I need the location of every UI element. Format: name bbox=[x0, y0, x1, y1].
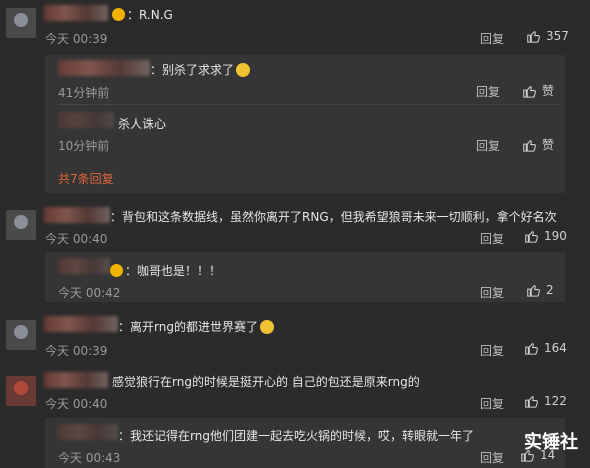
username-blurred[interactable] bbox=[58, 112, 114, 128]
comment-text: 感觉狼行在rng的时候是挺开心的 自己的包还是原来rng的 bbox=[112, 375, 420, 389]
avatar-face bbox=[14, 381, 28, 395]
comment-time: 今天 00:39 bbox=[45, 344, 108, 358]
like-count: 357 bbox=[546, 29, 569, 43]
username-blurred[interactable] bbox=[44, 372, 108, 388]
avatar[interactable] bbox=[6, 320, 36, 350]
username-blurred[interactable] bbox=[58, 60, 150, 76]
like-label: 赞 bbox=[542, 84, 555, 98]
like-count: 190 bbox=[544, 229, 567, 243]
thumb-up-icon bbox=[523, 139, 536, 152]
comment-text: ：R.N.G bbox=[112, 6, 173, 23]
like-count: 2 bbox=[546, 283, 554, 297]
reply-button[interactable]: 回复 bbox=[480, 395, 504, 412]
thumb-up-icon bbox=[525, 231, 538, 243]
like-count: 122 bbox=[544, 394, 567, 408]
reply-button[interactable]: 回复 bbox=[480, 284, 504, 301]
reply-text: 杀人诛心 bbox=[118, 117, 167, 131]
divider bbox=[58, 104, 558, 105]
reply-button[interactable]: 回复 bbox=[476, 83, 500, 100]
reply-button[interactable]: 回复 bbox=[480, 230, 504, 247]
thumb-up-icon bbox=[527, 31, 540, 43]
like-label: 赞 bbox=[542, 138, 555, 152]
comment-text: ：背包和这条数据线，虽然你离开了RNG，但我希望狼哥未来一切顺利，拿个好名次 bbox=[110, 210, 557, 224]
thumb-up-icon bbox=[525, 396, 538, 408]
reply-time: 今天 00:42 bbox=[58, 286, 121, 300]
crying-emoji-icon bbox=[259, 320, 274, 334]
reply-time: 今天 00:43 bbox=[58, 451, 121, 465]
avatar[interactable] bbox=[6, 210, 36, 240]
comment-text: ：离开rng的都进世界赛了 bbox=[118, 318, 274, 335]
fan-badge-icon bbox=[110, 264, 123, 277]
comment-time: 今天 00:40 bbox=[45, 397, 108, 411]
avatar-face bbox=[14, 215, 28, 229]
reply-time: 41分钟前 bbox=[58, 86, 110, 100]
username-blurred[interactable] bbox=[58, 424, 118, 440]
avatar-face bbox=[14, 13, 28, 27]
reply-text: ：别杀了求求了 bbox=[150, 61, 251, 78]
username-blurred[interactable] bbox=[44, 5, 108, 21]
thumb-up-icon bbox=[523, 85, 536, 98]
avatar-face bbox=[14, 325, 28, 339]
reply-text: ：咖哥也是！！！ bbox=[110, 262, 221, 279]
reply-time: 10分钟前 bbox=[58, 139, 110, 153]
fan-badge-icon bbox=[112, 8, 125, 21]
reply-button[interactable]: 回复 bbox=[480, 30, 504, 47]
like-button[interactable]: 赞 bbox=[522, 82, 554, 99]
watermark: 实锤社 bbox=[524, 432, 578, 453]
reply-button[interactable]: 回复 bbox=[480, 449, 504, 466]
reply-button[interactable]: 回复 bbox=[480, 342, 504, 359]
avatar[interactable] bbox=[6, 376, 36, 406]
username-blurred[interactable] bbox=[44, 316, 118, 332]
like-button[interactable]: 190 bbox=[524, 229, 567, 243]
thumb-up-icon bbox=[525, 343, 538, 355]
like-button[interactable]: 2 bbox=[526, 283, 554, 297]
crying-emoji-icon bbox=[236, 63, 251, 77]
username-blurred[interactable] bbox=[44, 207, 110, 223]
comment-time: 今天 00:40 bbox=[45, 232, 108, 246]
thumb-up-icon bbox=[527, 285, 540, 297]
comment-time: 今天 00:39 bbox=[45, 32, 108, 46]
like-button[interactable]: 164 bbox=[524, 341, 567, 355]
avatar[interactable] bbox=[6, 8, 36, 38]
like-count: 164 bbox=[544, 341, 567, 355]
like-button[interactable]: 赞 bbox=[522, 136, 554, 153]
username-blurred[interactable] bbox=[58, 258, 110, 274]
like-button[interactable]: 122 bbox=[524, 394, 567, 408]
reply-text: ：我还记得在rng他们团建一起去吃火锅的时候，哎，转眼就一年了 bbox=[118, 429, 474, 443]
like-button[interactable]: 357 bbox=[526, 29, 569, 43]
reply-button[interactable]: 回复 bbox=[476, 137, 500, 154]
expand-replies-link[interactable]: 共7条回复 bbox=[58, 170, 114, 187]
